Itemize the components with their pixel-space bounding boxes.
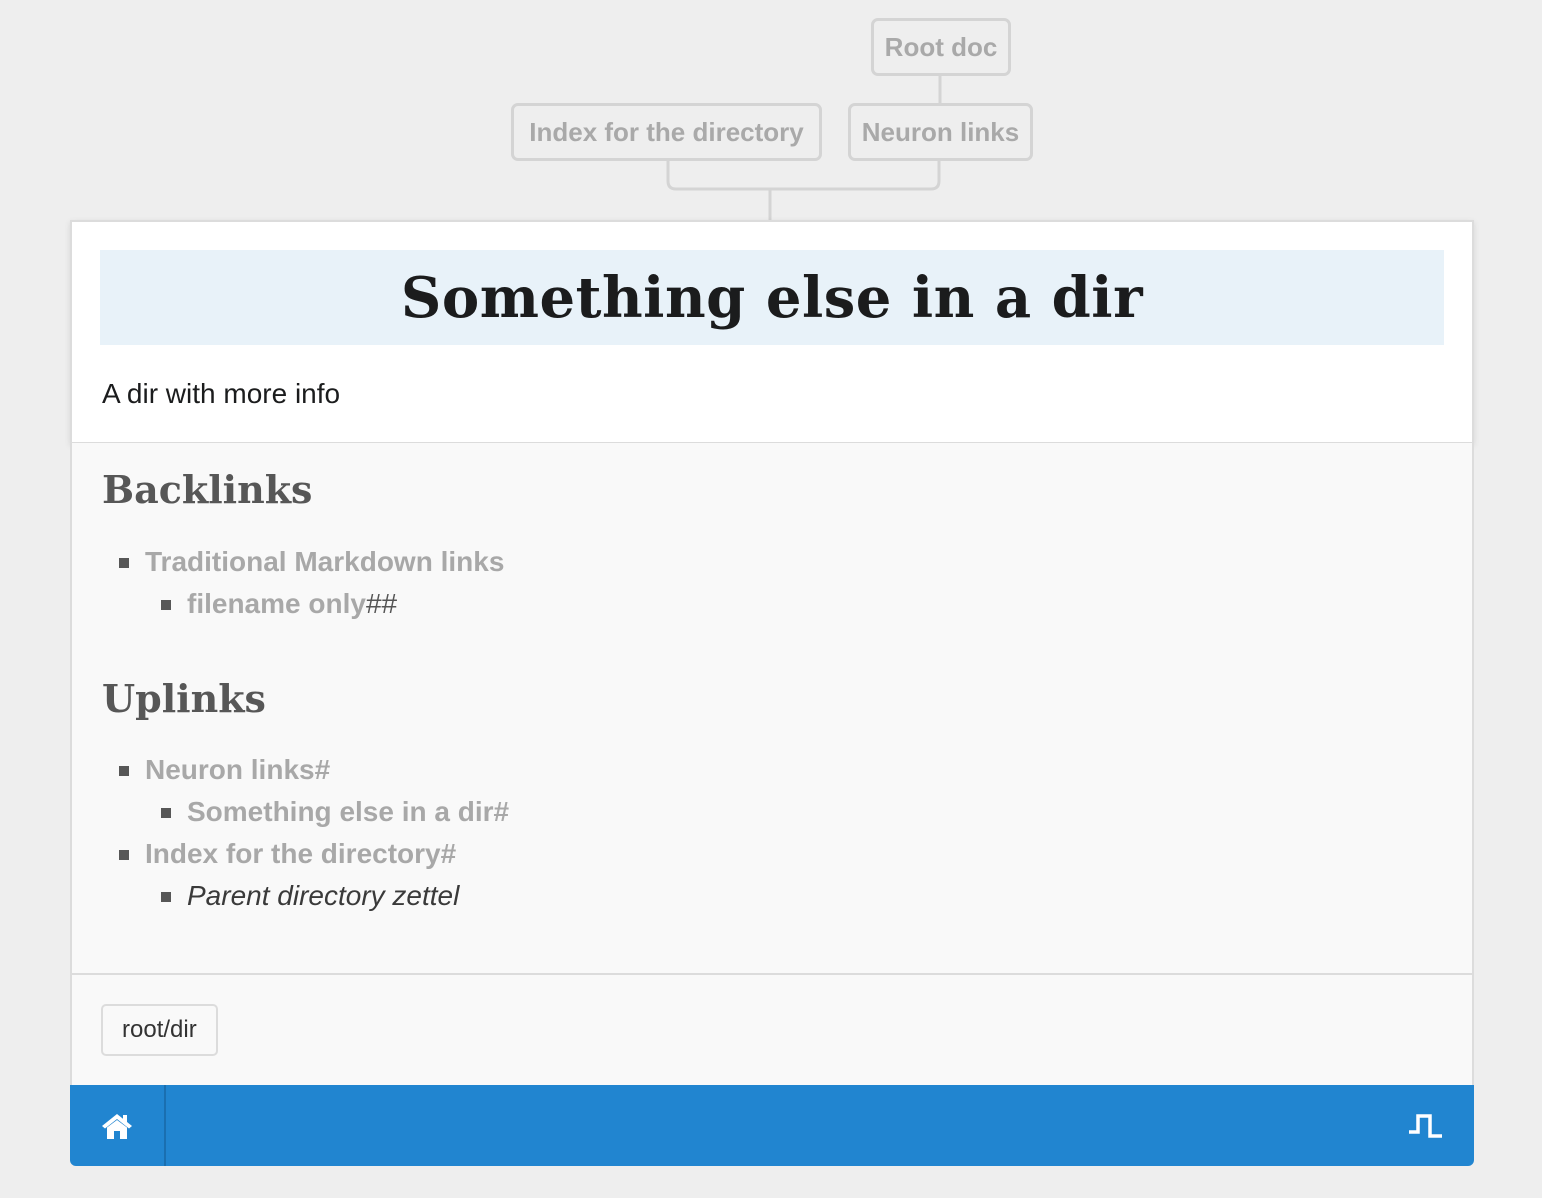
uplink-label: Neuron links	[145, 754, 315, 785]
pulse-graph-icon	[1409, 1113, 1442, 1138]
connections-panel: Backlinks Traditional Markdown links fil…	[70, 443, 1474, 975]
tag-root-dir[interactable]: root/dir	[101, 1004, 218, 1056]
bullet-icon	[119, 766, 129, 776]
backlink-traditional-markdown-links[interactable]: Traditional Markdown links	[145, 542, 504, 582]
backlink-hash: ##	[365, 588, 398, 619]
uplink-hash: #	[314, 754, 331, 785]
home-button[interactable]	[70, 1085, 166, 1166]
bullet-icon	[161, 808, 171, 818]
tree-node-neuron-links[interactable]: Neuron links	[848, 103, 1033, 161]
page-title: Something else in a dir	[400, 264, 1144, 331]
home-icon	[102, 1113, 132, 1139]
uplink-label: Something else in a dir	[187, 796, 494, 827]
note-description: A dir with more info	[102, 378, 341, 409]
tree-node-root-doc[interactable]: Root doc	[871, 18, 1011, 76]
uplinks-heading: Uplinks	[102, 676, 266, 721]
bottom-nav-bar	[70, 1085, 1474, 1166]
bullet-icon	[161, 600, 171, 610]
zettel-card: Something else in a dir A dir with more …	[70, 220, 1474, 444]
bullet-icon	[161, 892, 171, 902]
bullet-icon	[119, 850, 129, 860]
backlink-filename-only[interactable]: filename only##	[187, 584, 397, 624]
graph-button[interactable]	[1378, 1085, 1474, 1166]
uplink-parent-directory-zettel: Parent directory zettel	[187, 880, 460, 911]
uplink-hash: #	[493, 796, 510, 827]
title-banner: Something else in a dir	[100, 250, 1444, 345]
backlink-label: filename only	[187, 588, 366, 619]
tags-area: root/dir	[70, 975, 1474, 1087]
uplink-index-for-the-directory[interactable]: Index for the directory#	[145, 834, 456, 874]
uplink-something-else-in-a-dir[interactable]: Something else in a dir#	[187, 792, 509, 832]
zettel-tree-nav: Root doc Index for the directory Neuron …	[0, 0, 1542, 222]
uplink-neuron-links[interactable]: Neuron links#	[145, 750, 330, 790]
uplink-label: Index for the directory	[145, 838, 441, 869]
tree-node-index-directory[interactable]: Index for the directory	[511, 103, 822, 161]
backlinks-heading: Backlinks	[102, 467, 313, 512]
bullet-icon	[119, 558, 129, 568]
uplink-hash: #	[440, 838, 457, 869]
